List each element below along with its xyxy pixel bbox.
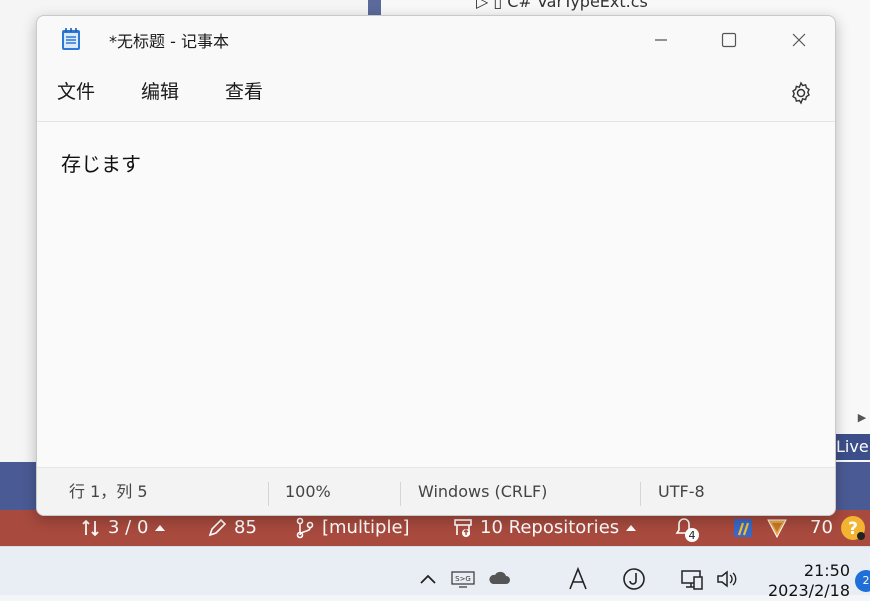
- settings-gear-icon[interactable]: [789, 81, 813, 105]
- close-button[interactable]: [775, 20, 823, 60]
- svg-text:?: ?: [848, 519, 858, 539]
- status-separator: [268, 482, 269, 506]
- zoom-level: 100%: [285, 482, 331, 501]
- notepad-window: *无标题 - 记事本 文件 编辑 查看 存じます 行 1，列 5 100% Wi…: [36, 15, 836, 516]
- notification-badge[interactable]: 2: [855, 570, 870, 592]
- window-title: *无标题 - 记事本: [109, 32, 229, 51]
- line-ending: Windows (CRLF): [418, 482, 548, 501]
- filter-triangle-icon: [767, 519, 787, 539]
- maximize-button[interactable]: [705, 20, 753, 60]
- close-icon: [792, 33, 806, 47]
- status-separator: [640, 482, 641, 506]
- status-separator: [400, 482, 401, 506]
- system-clock[interactable]: 21:50 2023/2/18: [760, 561, 850, 601]
- notepad-status-bar: 行 1，列 5 100% Windows (CRLF) UTF-8: [37, 467, 835, 515]
- tree-item-vartypeext[interactable]: ▷ ▯ C# VarTypeExt.cs: [476, 0, 648, 11]
- editor-content: 存じます: [61, 152, 141, 176]
- menu-file[interactable]: 文件: [57, 78, 95, 106]
- notification-count: 4: [689, 529, 696, 542]
- text-editor[interactable]: 存じます: [37, 122, 835, 467]
- chevron-up-icon[interactable]: [416, 567, 440, 591]
- minimize-button[interactable]: [637, 20, 685, 60]
- bell-icon: 4: [675, 518, 699, 542]
- repository-icon: [454, 519, 472, 537]
- feedback-icon: [734, 519, 752, 537]
- minimize-icon: [655, 39, 667, 41]
- title-bar[interactable]: *无标题 - 记事本: [37, 16, 835, 64]
- windows-taskbar: S>G 21:50 2023/2/18 2: [0, 546, 870, 600]
- clock-date: 2023/2/18: [767, 581, 850, 600]
- maximize-icon: [721, 32, 737, 48]
- speaker-icon[interactable]: [715, 567, 739, 591]
- notepad-app-icon: [62, 28, 80, 50]
- font-a-icon[interactable]: [566, 567, 590, 591]
- live-share-label[interactable]: Live: [834, 434, 870, 460]
- network-icon[interactable]: [680, 567, 704, 591]
- sync-arrows-icon: [82, 519, 99, 537]
- menu-bar: 文件 编辑 查看: [37, 72, 835, 112]
- ime-j-icon[interactable]: [622, 567, 646, 591]
- pencil-icon: [208, 518, 227, 537]
- encoding: UTF-8: [658, 482, 705, 501]
- cloud-icon[interactable]: [487, 567, 511, 591]
- git-branch-icon: [296, 517, 314, 539]
- clock-time: 21:50: [803, 561, 850, 580]
- caret-up-icon: [626, 525, 637, 531]
- menu-view[interactable]: 查看: [225, 78, 263, 106]
- help-icon: ?: [840, 516, 865, 540]
- scroll-right-arrow-icon[interactable]: ▶: [854, 410, 870, 426]
- cursor-position: 行 1，列 5: [69, 482, 148, 501]
- input-method-icon[interactable]: S>G: [451, 567, 475, 591]
- svg-text:S>G: S>G: [455, 575, 471, 583]
- menu-edit[interactable]: 编辑: [141, 78, 179, 106]
- caret-up-icon: [155, 525, 166, 531]
